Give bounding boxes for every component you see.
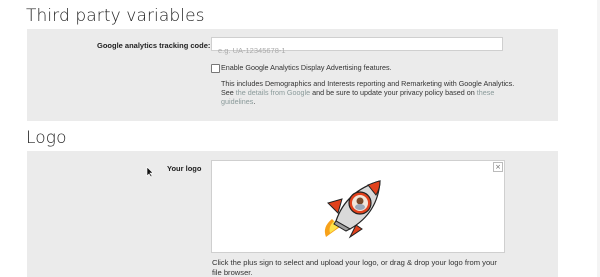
section-title-logo: Logo: [26, 128, 67, 148]
ga-tracking-field[interactable]: [211, 37, 503, 57]
logo-help-line1: Click the plus sign to select and upload…: [212, 258, 497, 267]
mouse-pointer-icon: [146, 166, 154, 178]
remove-logo-button[interactable]: ×: [493, 162, 503, 172]
details-from-google-link[interactable]: the details from Google: [236, 88, 310, 97]
ga-description-mid: and be sure to update your privacy polic…: [310, 88, 477, 97]
your-logo-label: Your logo: [167, 164, 202, 173]
logo-upload-area[interactable]: ×: [211, 160, 505, 253]
ga-tracking-input[interactable]: [212, 44, 502, 57]
rocket-logo-image: [324, 180, 381, 239]
ga-description-line3: guidelines.: [221, 97, 255, 106]
display-advertising-checkbox[interactable]: [211, 64, 220, 73]
these-guidelines-link[interactable]: these: [477, 88, 495, 97]
ga-description-see: See: [221, 88, 236, 97]
logo-help-line2: file browser.: [212, 268, 253, 277]
ga-description-line2: See the details from Google and be sure …: [221, 88, 494, 97]
ga-tracking-label: Google analytics tracking code:: [97, 41, 211, 50]
ga-description-end: .: [253, 97, 256, 106]
ga-description-line1: This includes Demographics and Interests…: [221, 79, 515, 88]
section-title-third-party: Third party variables: [26, 6, 205, 26]
display-advertising-label: Enable Google Analytics Display Advertis…: [221, 63, 392, 72]
guidelines-link[interactable]: guidelines: [221, 97, 253, 106]
